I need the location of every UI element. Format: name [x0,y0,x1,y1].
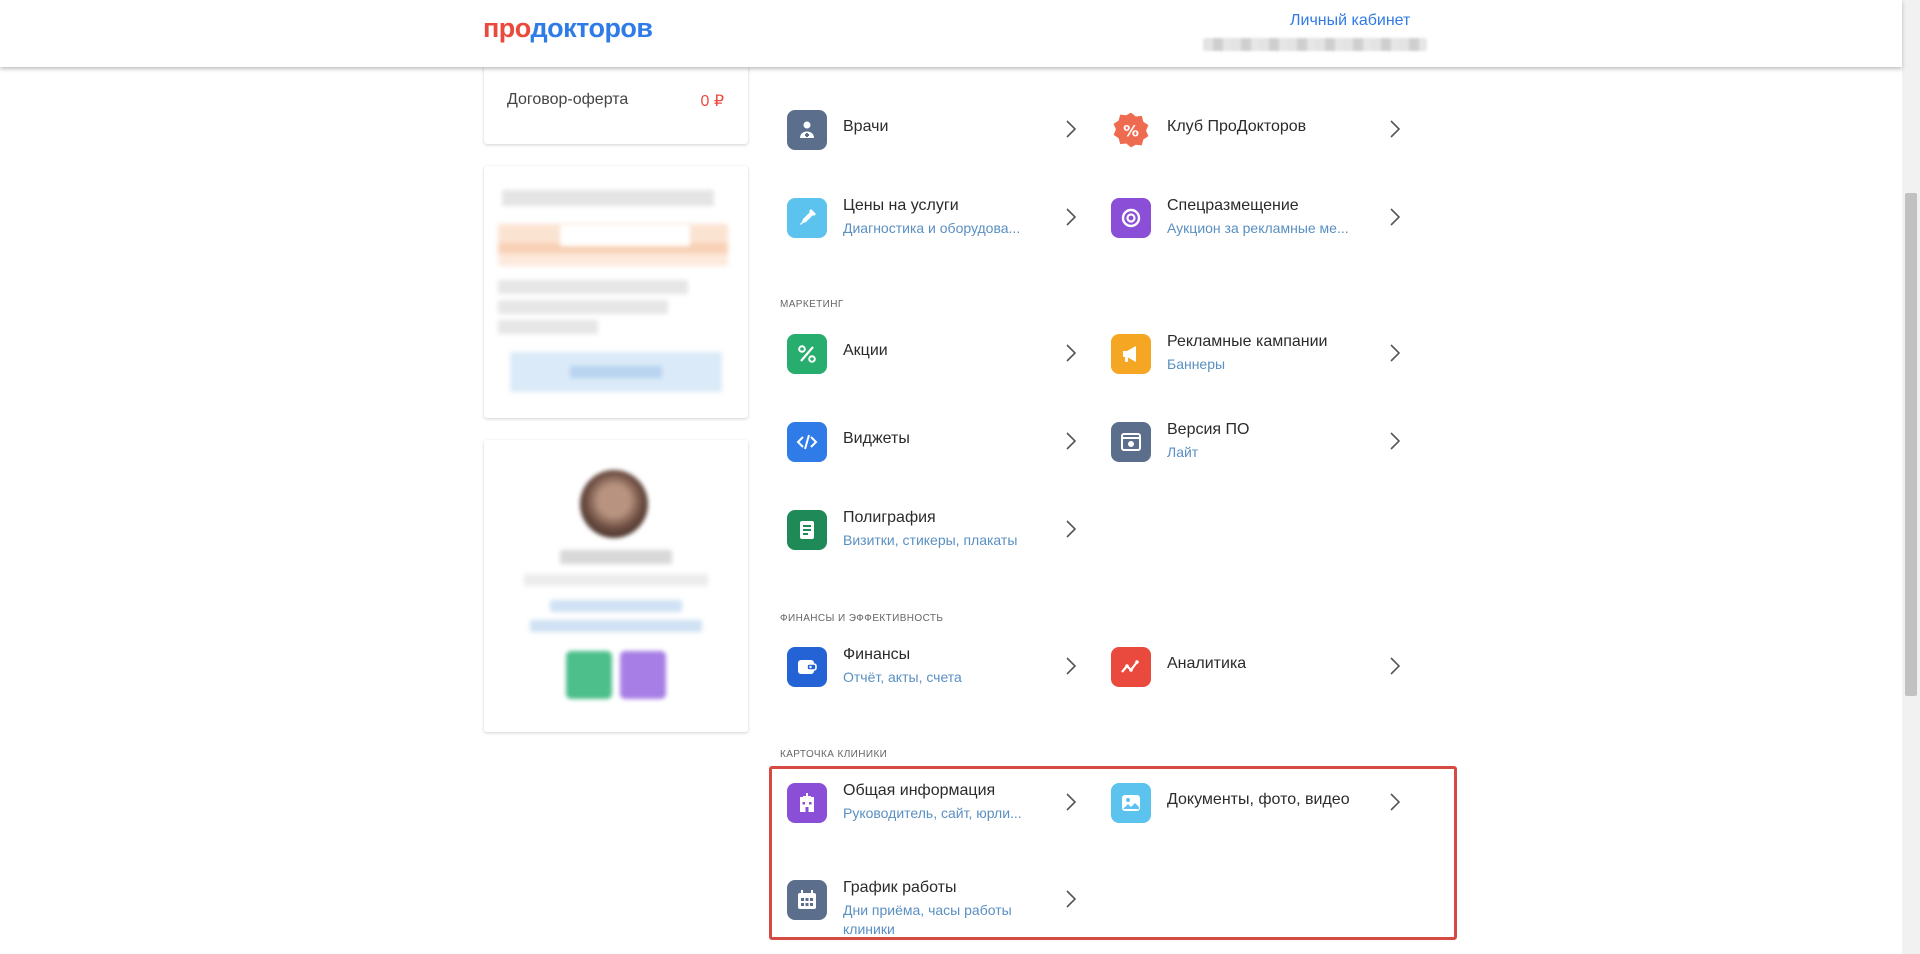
menu-item-subtitle: Визитки, стикеры, плакаты [843,532,1018,548]
chevron-right-icon [1066,432,1077,450]
account-email-blurred [1203,38,1427,51]
menu-item-title: Спецразмещение [1167,197,1299,214]
menu-item-finances[interactable]: Финансы Отчёт, акты, счета [780,634,1080,698]
manager-phone-blur [550,600,682,612]
promo-banner-white-blur [560,224,690,246]
wallet-icon [787,647,827,687]
personal-cabinet-link[interactable]: Личный кабинет [1290,12,1410,30]
manager-avatar [580,470,648,538]
chevron-right-icon [1066,793,1077,811]
menu-item-title: Общая информация [843,782,996,799]
menu-item-subtitle: Лайт [1167,444,1199,460]
section-title-clinic-card: КАРТОЧКА КЛИНИКИ [780,749,888,760]
menu-item-subtitle: Руководитель, сайт, юрли... [843,805,1022,821]
menu-item-ad-campaigns[interactable]: Рекламные кампании Баннеры [1104,321,1404,385]
menu-item-club[interactable]: % Клуб ПроДокторов [1104,97,1404,161]
manager-role-blur [524,574,708,586]
contract-amount: 0 ₽ [700,93,724,110]
menu-item-title: Документы, фото, видео [1167,791,1350,808]
chevron-right-icon [1390,208,1401,226]
menu-item-title: Акции [843,342,888,359]
messenger-badge-green [566,651,612,699]
menu-item-subtitle: Аукцион за рекламные ме... [1167,220,1349,236]
hospital-icon [787,783,827,823]
menu-item-title: Полиграфия [843,509,936,526]
target-icon [1111,198,1151,238]
chevron-right-icon [1066,520,1077,538]
page-scrollbar[interactable] [1902,0,1920,954]
chevron-right-icon [1390,120,1401,138]
menu-item-title: Виджеты [843,430,910,447]
section-title-marketing: МАРКЕТИНГ [780,299,844,310]
chart-line-icon [1111,647,1151,687]
menu-item-subtitle-line2: клиники [843,921,895,937]
menu-item-title: Рекламные кампании [1167,333,1328,350]
chevron-right-icon [1390,344,1401,362]
code-icon [787,422,827,462]
top-header: продокторов Личный кабинет [0,0,1902,67]
document-icon [787,510,827,550]
menu-item-doctors[interactable]: Врачи [780,97,1080,161]
menu-item-special-placement[interactable]: Спецразмещение Аукцион за рекламные ме..… [1104,185,1404,249]
menu-item-analytics[interactable]: Аналитика [1104,634,1404,698]
promo-heading-blur [502,190,714,206]
promo-text-blur-1 [498,280,688,294]
menu-item-title: Финансы [843,646,911,663]
manager-email-blur [530,620,702,632]
menu-item-promotions[interactable]: Акции [780,321,1080,385]
menu-item-schedule[interactable]: График работы Дни приёма, часы работы кл… [780,867,1080,939]
promo-text-blur-3 [498,320,598,334]
menu-item-subtitle: Баннеры [1167,356,1226,372]
percent-icon [787,334,827,374]
chevron-right-icon [1066,208,1077,226]
doctor-icon [787,110,827,150]
chevron-right-icon [1066,657,1077,675]
menu-item-printing[interactable]: Полиграфия Визитки, стикеры, плакаты [780,497,1080,561]
syringe-icon [787,198,827,238]
chevron-right-icon [1390,657,1401,675]
chevron-right-icon [1390,432,1401,450]
menu-item-subtitle: Диагностика и оборудова... [843,220,1021,236]
calendar-icon [787,880,827,920]
menu-item-title: Врачи [843,118,889,135]
software-icon [1111,422,1151,462]
menu-item-general-info[interactable]: Общая информация Руководитель, сайт, юрл… [780,770,1080,834]
svg-text:%: % [1123,121,1139,140]
menu-item-prices[interactable]: Цены на услуги Диагностика и оборудова..… [780,185,1080,249]
scrollbar-thumb[interactable] [1905,193,1917,696]
promo-text-blur-2 [498,300,668,314]
prodoctorov-logo[interactable]: продокторов [483,13,653,44]
promo-card-blurred [484,166,748,418]
menu-item-title: Аналитика [1167,655,1247,672]
manager-name-blur [560,550,672,564]
chevron-right-icon [1390,793,1401,811]
chevron-right-icon [1066,120,1077,138]
manager-profile-card-blurred [484,440,748,732]
menu-item-title: Клуб ПроДокторов [1167,118,1307,135]
contract-card[interactable]: Договор-оферта 0 ₽ [484,60,748,144]
menu-item-title: Цены на услуги [843,197,959,214]
percent-badge-icon: % [1111,110,1151,150]
logo-part-doctors: докторов [530,13,653,43]
menu-item-subtitle-line1: Дни приёма, часы работы [843,902,1012,918]
menu-item-software-version[interactable]: Версия ПО Лайт [1104,409,1404,473]
messenger-badge-purple [620,651,666,699]
menu-item-title: График работы [843,879,957,896]
contract-label: Договор-оферта [507,91,629,108]
chevron-right-icon [1066,890,1077,908]
chevron-right-icon [1066,344,1077,362]
menu-item-subtitle: Отчёт, акты, счета [843,669,962,685]
menu-item-title: Версия ПО [1167,421,1250,438]
logo-part-pro: про [483,13,531,43]
menu-item-documents-media[interactable]: Документы, фото, видео [1104,770,1404,834]
menu-item-widgets[interactable]: Виджеты [780,409,1080,473]
section-title-finance: ФИНАНСЫ И ЭФФЕКТИВНОСТЬ [780,613,944,624]
megaphone-icon [1111,334,1151,374]
image-icon [1111,783,1151,823]
promo-button-text-blur [570,366,662,378]
